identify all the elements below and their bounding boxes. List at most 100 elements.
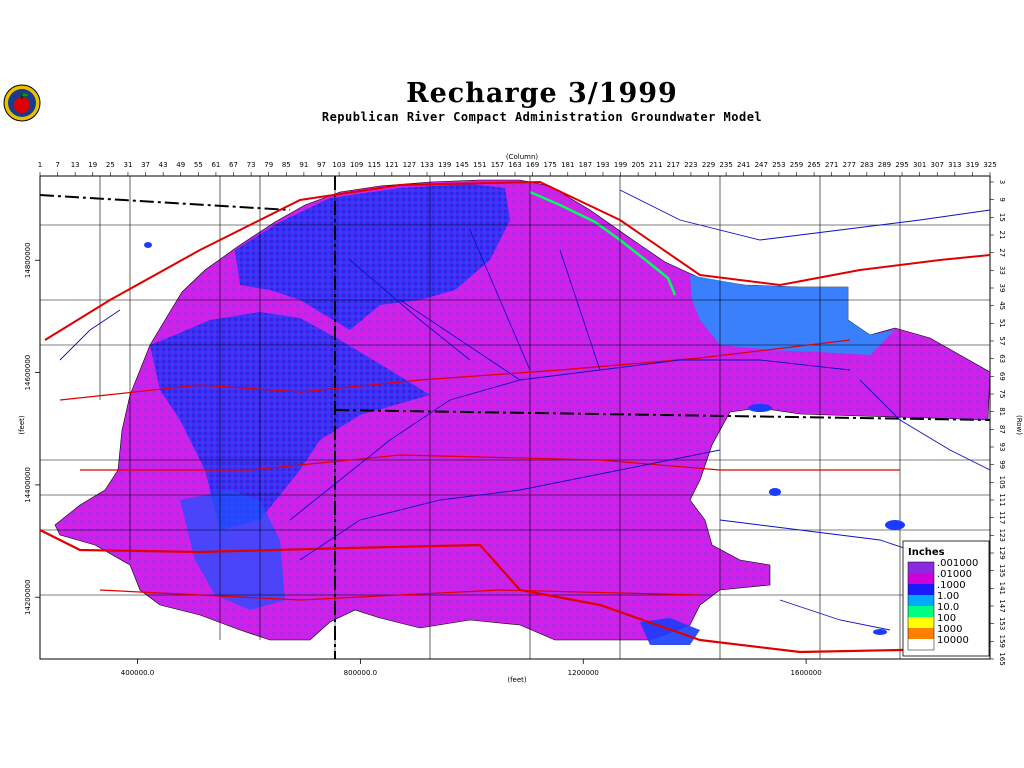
right-axis-tick-label: 165 xyxy=(998,652,1006,665)
right-axis-tick-label: 111 xyxy=(998,493,1006,506)
top-axis-tick-label: 187 xyxy=(579,161,592,169)
legend-label: 1.00 xyxy=(937,591,959,602)
right-axis-tick-label: 45 xyxy=(998,301,1006,310)
bottom-axis-tick-label: 800000.0 xyxy=(344,669,377,677)
right-axis-tick-label: 99 xyxy=(998,460,1006,469)
right-axis-tick-label: 147 xyxy=(998,599,1006,612)
left-axis-tick-label: 14600000 xyxy=(24,355,32,391)
right-axis-tick-label: 87 xyxy=(998,425,1006,434)
top-axis-tick-label: 241 xyxy=(737,161,750,169)
right-axis-tick-label: 27 xyxy=(998,248,1006,257)
right-axis-tick-label: 141 xyxy=(998,582,1006,595)
legend-swatch xyxy=(908,573,934,584)
top-axis-tick-label: 157 xyxy=(491,161,504,169)
top-axis-tick-label: 13 xyxy=(71,161,80,169)
legend-title: Inches xyxy=(908,547,945,558)
top-axis-tick-label: 121 xyxy=(385,161,398,169)
top-axis-tick-label: 313 xyxy=(948,161,961,169)
right-axis-tick-label: 153 xyxy=(998,617,1006,630)
top-axis-tick-label: 277 xyxy=(843,161,856,169)
left-axis-tick-label: 14200000 xyxy=(24,579,32,615)
top-axis-tick-label: 127 xyxy=(403,161,416,169)
legend: Inches .001000.01000.10001.0010.01001000… xyxy=(902,540,990,657)
top-axis-tick-label: 25 xyxy=(106,161,115,169)
right-axis-tick-label: 93 xyxy=(998,443,1006,452)
top-axis-tick-label: 217 xyxy=(667,161,680,169)
legend-swatch xyxy=(908,639,934,650)
top-axis-tick-label: 181 xyxy=(561,161,574,169)
right-axis-tick-label: 105 xyxy=(998,476,1006,489)
right-axis-tick-label: 81 xyxy=(998,407,1006,416)
top-axis-tick-label: 193 xyxy=(596,161,609,169)
top-axis-tick-label: 31 xyxy=(124,161,133,169)
top-axis-tick-label: 1 xyxy=(38,161,42,169)
left-axis: 14800000 14600000 14400000 14200000 xyxy=(24,242,40,615)
top-axis-tick-label: 253 xyxy=(772,161,785,169)
top-axis-tick-label: 139 xyxy=(438,161,451,169)
top-axis-tick-label: 265 xyxy=(807,161,820,169)
top-axis-tick-label: 67 xyxy=(229,161,238,169)
top-axis-tick-label: 145 xyxy=(456,161,469,169)
top-axis-tick-label: 79 xyxy=(264,161,273,169)
top-axis-tick-label: 235 xyxy=(719,161,732,169)
left-axis-tick-label: 14400000 xyxy=(24,467,32,503)
legend-label: 1000 xyxy=(937,624,962,635)
right-axis-tick-label: 3 xyxy=(998,180,1006,184)
right-axis-tick-label: 69 xyxy=(998,372,1006,381)
top-axis-tick-label: 319 xyxy=(966,161,979,169)
legend-swatch xyxy=(908,595,934,606)
top-axis-tick-label: 85 xyxy=(282,161,291,169)
legend-swatch xyxy=(908,628,934,639)
top-axis-tick-label: 91 xyxy=(299,161,308,169)
top-axis-tick-label: 289 xyxy=(878,161,891,169)
legend-swatch xyxy=(908,606,934,617)
legend-swatch xyxy=(908,584,934,595)
bottom-axis-label: (feet) xyxy=(507,676,527,684)
legend-label: .01000 xyxy=(937,569,972,580)
top-axis-tick-label: 223 xyxy=(684,161,697,169)
right-axis-tick-label: 9 xyxy=(998,197,1006,201)
top-axis-tick-label: 151 xyxy=(473,161,486,169)
top-axis-tick-label: 325 xyxy=(983,161,996,169)
top-axis-tick-label: 97 xyxy=(317,161,326,169)
right-axis-tick-label: 39 xyxy=(998,284,1006,293)
top-axis-tick-label: 205 xyxy=(631,161,644,169)
legend-label: 100 xyxy=(937,613,956,624)
top-axis-tick-label: 73 xyxy=(247,161,256,169)
top-axis-tick-label: 19 xyxy=(88,161,97,169)
legend-label: 10.0 xyxy=(937,602,959,613)
recharge-map: 1 7 13 19 25 31 37 43 49 55 61 67 73 79 85 91 97 103 109 11… xyxy=(18,153,1023,684)
top-axis-tick-label: 301 xyxy=(913,161,926,169)
right-axis-tick-label: 57 xyxy=(998,337,1006,346)
right-axis-tick-label: 63 xyxy=(998,354,1006,363)
top-axis-tick-label: 283 xyxy=(860,161,873,169)
top-axis-tick-label: 229 xyxy=(702,161,715,169)
top-axis-tick-label: 211 xyxy=(649,161,662,169)
bottom-axis: 400000.0 800000.0 1200000 1600000 xyxy=(121,659,822,677)
legend-swatch xyxy=(908,562,934,573)
top-axis-tick-label: 103 xyxy=(332,161,345,169)
top-axis-tick-label: 49 xyxy=(176,161,185,169)
bottom-axis-tick-label: 400000.0 xyxy=(121,669,154,677)
top-axis-tick-label: 199 xyxy=(614,161,627,169)
top-axis-tick-label: 55 xyxy=(194,161,203,169)
left-axis-tick-label: 14800000 xyxy=(24,242,32,278)
top-axis-tick-label: 271 xyxy=(825,161,838,169)
top-axis-tick-label: 259 xyxy=(790,161,803,169)
right-axis-tick-label: 21 xyxy=(998,231,1006,240)
top-axis-tick-label: 7 xyxy=(55,161,59,169)
right-axis-tick-label: 123 xyxy=(998,529,1006,542)
top-axis-tick-label: 169 xyxy=(526,161,539,169)
bottom-axis-tick-label: 1600000 xyxy=(791,669,822,677)
right-axis-tick-label: 129 xyxy=(998,546,1006,559)
top-axis-tick-label: 307 xyxy=(931,161,944,169)
top-axis-tick-label: 37 xyxy=(141,161,150,169)
top-axis-label: (Column) xyxy=(506,153,539,161)
legend-label: .001000 xyxy=(937,558,978,569)
top-axis: 1 7 13 19 25 31 37 43 49 55 61 67 73 79 85 91 97 103 109 11… xyxy=(38,161,997,176)
top-axis-tick-label: 61 xyxy=(211,161,220,169)
top-axis-tick-label: 109 xyxy=(350,161,363,169)
legend-label: 10000 xyxy=(937,635,969,646)
right-axis-tick-label: 15 xyxy=(998,213,1006,222)
left-axis-label: (feet) xyxy=(18,415,26,435)
